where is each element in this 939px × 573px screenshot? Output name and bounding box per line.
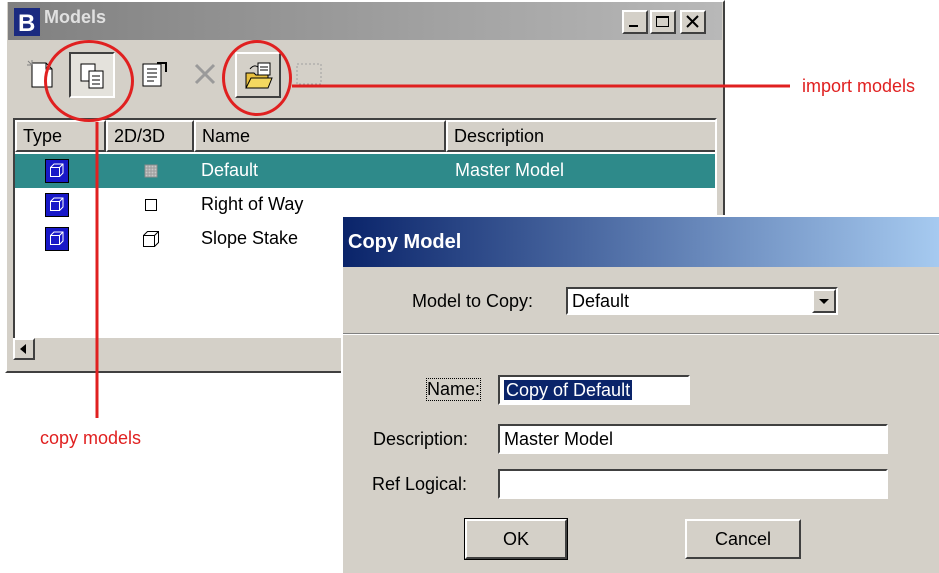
import-models-label: import models: [802, 76, 916, 96]
cancel-button-label: Cancel: [714, 529, 772, 549]
dropdown-button[interactable]: [812, 289, 836, 313]
copy-model-dialog: Copy Model Model to Copy: Default Name: …: [341, 215, 939, 573]
copy-model-titlebar[interactable]: Copy Model: [343, 217, 939, 267]
cancel-button[interactable]: Cancel: [685, 519, 801, 559]
copy-model-title: Copy Model: [348, 231, 462, 253]
description-input-value: Master Model: [504, 429, 614, 449]
ok-button[interactable]: OK: [464, 518, 568, 560]
ok-button-label: OK: [502, 529, 529, 549]
chevron-down-icon: [819, 299, 829, 304]
name-input[interactable]: Copy of Default: [498, 375, 690, 405]
copy-models-label: copy models: [40, 428, 142, 448]
model-to-copy-label: Model to Copy:: [412, 291, 534, 311]
name-input-value: Copy of Default: [504, 380, 633, 400]
description-input[interactable]: Master Model: [498, 424, 888, 454]
description-label: Description:: [373, 429, 469, 449]
name-label: Name:: [425, 378, 482, 401]
dialog-separator: [343, 333, 939, 335]
ref-logical-input[interactable]: [498, 469, 888, 499]
model-to-copy-value: Default: [572, 291, 630, 311]
ref-logical-label: Ref Logical:: [372, 474, 468, 494]
model-to-copy-select[interactable]: Default: [566, 287, 838, 315]
